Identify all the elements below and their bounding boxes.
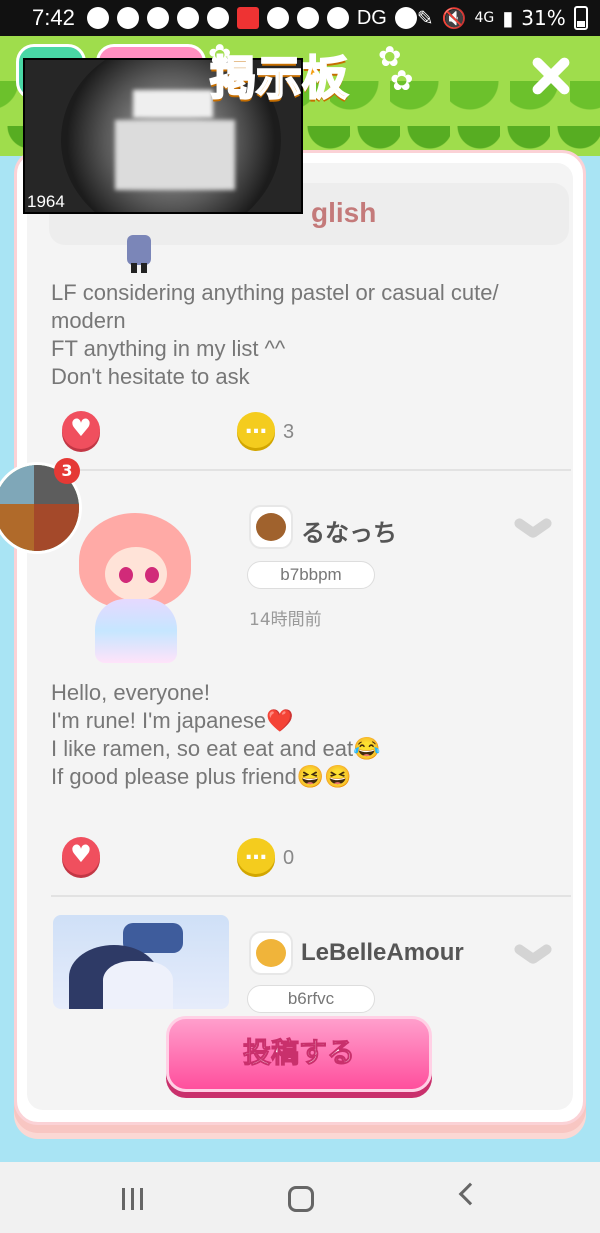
face-icon bbox=[176, 7, 199, 29]
username[interactable]: LeBelleAmour bbox=[301, 939, 464, 967]
video-timestamp: 1964 bbox=[27, 192, 65, 211]
post-body: LF considering anything pastel or casual… bbox=[51, 279, 571, 391]
battery-label: 31% bbox=[521, 6, 566, 30]
comment-button[interactable] bbox=[237, 412, 275, 448]
notification-badge: 3 bbox=[54, 458, 80, 484]
game-avatar-icon bbox=[296, 7, 319, 29]
post-divider bbox=[51, 469, 571, 471]
page-title: 掲示板 bbox=[209, 50, 349, 106]
post-text-line: I'm rune! I'm japanese❤️ bbox=[51, 708, 294, 733]
post-text-line: If good please plus friend😆😆 bbox=[51, 764, 352, 789]
chevron-down-icon[interactable] bbox=[513, 941, 553, 965]
globe-icon bbox=[116, 7, 139, 29]
user-id: b7bbpm bbox=[247, 561, 375, 589]
post-text-line: Hello, everyone! bbox=[51, 680, 210, 705]
post-divider bbox=[51, 895, 571, 897]
post-text-line: modern bbox=[51, 308, 126, 333]
post-avatar[interactable] bbox=[113, 235, 163, 275]
comment-count: 3 bbox=[283, 421, 295, 443]
alert-icon bbox=[394, 7, 417, 29]
recents-icon[interactable] bbox=[122, 1188, 144, 1210]
network-label: 4G bbox=[474, 10, 495, 26]
post-avatar[interactable] bbox=[71, 513, 201, 663]
dg-label: DG bbox=[356, 6, 387, 29]
puzzle-icon bbox=[326, 7, 349, 29]
post-item: LF considering anything pastel or casual… bbox=[51, 279, 571, 391]
face-icon bbox=[206, 7, 229, 29]
user-id: b6rfvc bbox=[247, 985, 375, 1013]
post-avatar[interactable] bbox=[53, 915, 229, 1009]
post-time: 14時間前 bbox=[249, 610, 322, 630]
crown-icon bbox=[146, 7, 169, 29]
comment-count: 0 bbox=[283, 847, 295, 869]
signal-icon: ▮ bbox=[502, 6, 514, 30]
globe-icon bbox=[266, 7, 289, 29]
back-icon[interactable] bbox=[458, 1182, 482, 1206]
status-bar: 7:42 DG ✎ 🔇 4G ▮ 31% bbox=[0, 0, 600, 36]
post-item: Hello, everyone! I'm rune! I'm japanese❤… bbox=[51, 679, 571, 791]
status-time: 7:42 bbox=[32, 5, 75, 30]
board-feed[interactable]: glish LF considering anything pastel or … bbox=[27, 163, 573, 1110]
system-nav-bar bbox=[0, 1162, 600, 1233]
post-body: Hello, everyone! I'm rune! I'm japanese❤… bbox=[51, 679, 571, 791]
home-icon[interactable] bbox=[288, 1186, 314, 1212]
battery-icon bbox=[573, 6, 588, 30]
edit-icon: ✎ bbox=[416, 6, 434, 30]
post-text-line: Don't hesitate to ask bbox=[51, 364, 250, 389]
mute-icon: 🔇 bbox=[441, 6, 467, 30]
messenger-icon bbox=[86, 7, 109, 29]
like-button[interactable] bbox=[62, 411, 100, 449]
user-badge-icon bbox=[249, 931, 293, 975]
chevron-down-icon[interactable] bbox=[513, 515, 553, 539]
post-text-line: LF considering anything pastel or casual… bbox=[51, 280, 499, 305]
system-icons: ✎ 🔇 4G ▮ 31% bbox=[417, 6, 588, 30]
board-panel: glish LF considering anything pastel or … bbox=[14, 150, 586, 1125]
post-text-line: I like ramen, so eat eat and eat😂 bbox=[51, 736, 381, 761]
close-icon[interactable] bbox=[528, 54, 572, 98]
post-text-line: FT anything in my list ^^ bbox=[51, 336, 286, 361]
user-badge-icon bbox=[249, 505, 293, 549]
language-tab-label: glish bbox=[311, 197, 377, 228]
manga-toon-icon bbox=[236, 7, 259, 29]
username[interactable]: るなっち bbox=[301, 513, 397, 548]
like-button[interactable] bbox=[62, 837, 100, 875]
create-post-button[interactable]: 投稿する bbox=[166, 1016, 432, 1092]
notification-icons: DG bbox=[86, 6, 417, 30]
comment-button[interactable] bbox=[237, 838, 275, 874]
flower-icon: ✿ bbox=[390, 64, 414, 97]
